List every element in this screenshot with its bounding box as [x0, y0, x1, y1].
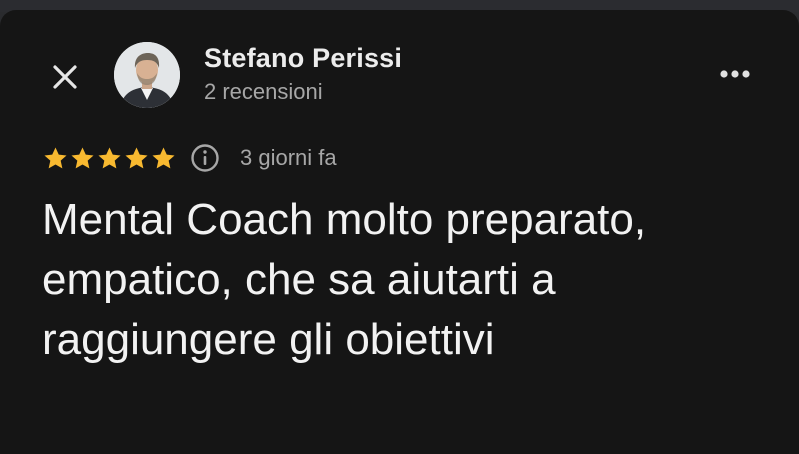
avatar[interactable]	[114, 42, 180, 108]
reviewer-review-count: 2 recensioni	[204, 79, 323, 104]
close-icon	[53, 65, 77, 89]
star-icon	[98, 146, 121, 168]
reviewer-name[interactable]: Stefano Perissi	[204, 43, 402, 74]
star-icon	[125, 146, 148, 168]
rating-row: 3 giorni fa	[42, 140, 337, 176]
avatar-photo	[114, 42, 180, 108]
more-options-button[interactable]	[712, 62, 758, 86]
star-rating	[42, 145, 177, 172]
info-icon[interactable]	[190, 143, 220, 173]
star-icon	[152, 146, 175, 168]
review-text: Mental Coach molto preparato, empatico, …	[42, 195, 647, 364]
more-options-icon	[720, 70, 750, 78]
star-icon	[44, 146, 67, 168]
star-icon	[71, 146, 94, 168]
close-button[interactable]	[46, 58, 84, 96]
review-date: 3 giorni fa	[240, 145, 337, 170]
